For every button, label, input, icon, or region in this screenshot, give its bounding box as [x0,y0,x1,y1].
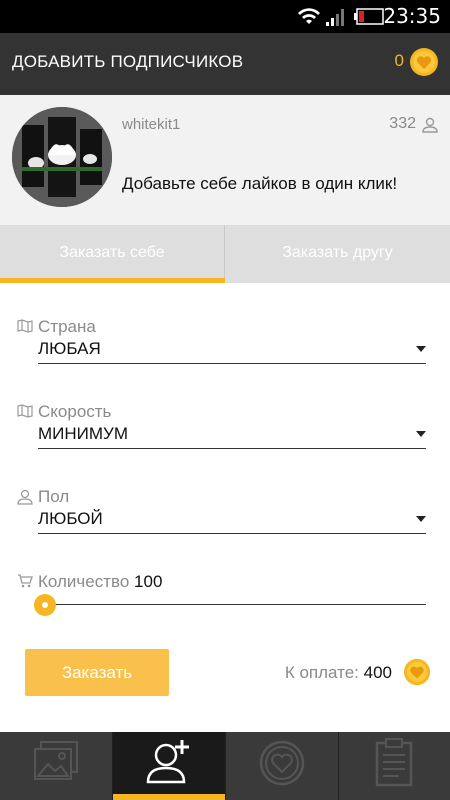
quantity-slider-thumb[interactable] [34,594,56,616]
bottom-nav [0,732,450,800]
dropdown-arrow-icon [416,346,426,352]
tab-order-self[interactable]: Заказать себе [0,225,225,283]
profile-card: whitekit1 332 Добавьте себе лайков в оди… [0,95,450,225]
tab-order-friend[interactable]: Заказать другу [225,225,450,283]
heart-icon [259,740,305,786]
payment-summary: К оплате: 400 [285,663,392,683]
quantity-slider-track[interactable] [38,604,426,605]
coin-heart-icon[interactable] [409,47,439,77]
clock: 23:35 [383,4,441,28]
app-bar: ДОБАВИТЬ ПОДПИСЧИКОВ 0 [0,33,450,95]
gender-select[interactable]: ЛЮБОЙ [38,508,426,534]
nav-add-followers[interactable] [113,732,225,800]
nav-likes[interactable] [226,732,338,800]
quantity-label: Количество [38,572,130,591]
payment-value: 400 [363,663,392,682]
country-label: Страна [38,317,96,336]
status-bar: 23:35 [0,0,450,33]
dropdown-arrow-icon [416,516,426,522]
battery-icon [354,8,384,25]
avatar-image [12,107,112,207]
person-icon [17,489,33,505]
gender-value: ЛЮБОЙ [38,509,103,528]
promo-text: Добавьте себе лайков в один клик! [122,174,398,193]
signal-icon [326,9,344,26]
quantity-row: Количество 100 [38,572,162,592]
follower-count: 332 [389,115,416,132]
map-icon [17,319,33,333]
active-nav-indicator [113,794,225,800]
avatar[interactable] [12,107,112,207]
country-select[interactable]: ЛЮБАЯ [38,338,426,364]
page-title: ДОБАВИТЬ ПОДПИСЧИКОВ [12,52,244,71]
tab-order-friend-label: Заказать другу [282,244,393,261]
clipboard-icon [375,738,413,787]
country-value: ЛЮБАЯ [38,339,101,358]
speed-label: Скорость [38,402,112,421]
nav-orders[interactable] [339,732,450,800]
cart-icon [18,574,33,588]
dropdown-arrow-icon [416,431,426,437]
person-icon [422,117,438,133]
active-tab-indicator [0,278,225,283]
map-icon [17,404,33,418]
wifi-icon [298,8,320,24]
nav-gallery[interactable] [0,732,112,800]
gender-label: Пол [38,487,70,506]
add-user-icon [146,740,189,784]
coin-balance[interactable]: 0 [395,51,404,71]
gallery-icon [34,741,78,780]
quantity-value: 100 [134,572,163,591]
order-tabs: Заказать себе Заказать другу [0,225,450,283]
speed-value: МИНИМУМ [38,424,128,443]
payment-label: К оплате: [284,663,359,682]
tab-order-self-label: Заказать себе [59,244,165,261]
speed-select[interactable]: МИНИМУМ [38,423,426,449]
coin-heart-icon [403,658,431,686]
order-button[interactable]: Заказать [25,649,169,696]
username: whitekit1 [122,116,181,133]
